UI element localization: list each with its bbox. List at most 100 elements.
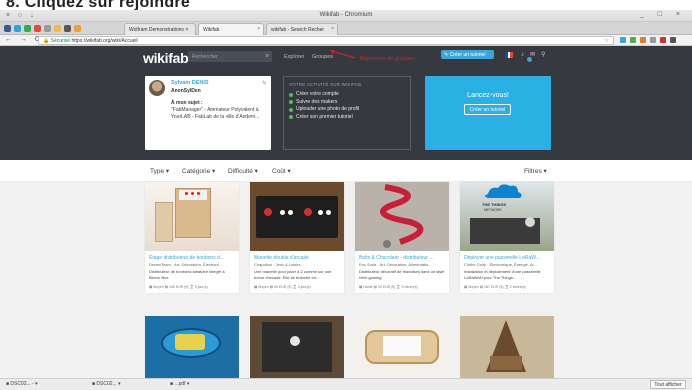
activity-item-label: Suivre des makers: [296, 98, 338, 105]
tab-wikifab[interactable]: Wikifab ×: [198, 23, 264, 35]
tutorial-author[interactable]: DreamTeam: [149, 262, 171, 267]
activity-item[interactable]: Créer son premier tutoriel: [289, 114, 405, 122]
tutorial-title[interactable]: Étage distributeur de bonbons d...: [145, 251, 239, 262]
pinned-tab-icon[interactable]: [14, 25, 21, 32]
tutorial-title[interactable]: Manette double d'arcade: [250, 251, 344, 262]
tutorial-stats: ▦ Moyen ▤ 150 EUR (€) ⌛ 3 jour(s): [149, 285, 208, 289]
header-icons[interactable]: ♪✉⚲: [521, 51, 551, 58]
profile-subject-text: "FabManager" - Animateur Polyvalent à Yo…: [171, 107, 260, 120]
filter-type[interactable]: Type ▾: [150, 167, 169, 175]
tutorial-card[interactable]: Étage distributeur de bonbons d... Dream…: [145, 182, 239, 293]
search-placeholder: Rechercher: [192, 54, 218, 60]
url-text: https://wikifab.org/wiki/Accueil: [71, 38, 138, 44]
annotation-arrow-icon: [330, 50, 356, 59]
extension-icon[interactable]: [630, 37, 636, 43]
show-all-downloads-button[interactable]: Tout afficher: [650, 380, 686, 389]
tab-search[interactable]: wikifab - Search Recher ×: [266, 23, 338, 35]
tutorial-author[interactable]: Chapollon: [254, 262, 272, 267]
profile-card: Sylvain DENIS AnonSylDen ✎ À mon sujet :…: [145, 76, 271, 150]
activity-item[interactable]: Créer votre compte: [289, 91, 405, 99]
tutorial-description: Distributeur de bonbons aléatoire intégr…: [149, 269, 225, 280]
tutorial-title[interactable]: Déployer une passerelle LoRaW...: [460, 251, 554, 262]
site-search-input[interactable]: Rechercher ⌕: [188, 51, 272, 62]
filter-cost[interactable]: Coût ▾: [272, 167, 291, 175]
wooden-structure-icon: [486, 320, 526, 372]
download-item[interactable]: ■ DSC02... - ▾: [6, 381, 38, 387]
tutorial-card[interactable]: Manette double d'arcade Chapollon · Jeux…: [250, 182, 344, 293]
create-tutorial-button[interactable]: ✎ Créer un tutoriel: [441, 50, 494, 59]
french-flag-icon[interactable]: [505, 52, 514, 58]
ttn-caption: NETWORK: [484, 208, 503, 212]
download-item[interactable]: ■ ...pdf ▾: [170, 381, 189, 387]
tutorial-author[interactable]: Eric Soria: [359, 262, 376, 267]
profile-name[interactable]: Sylvain DENIS: [171, 80, 209, 86]
security-label: Sécurisé: [50, 38, 71, 44]
tutorial-image[interactable]: [355, 182, 449, 251]
the-things-network-icon: THE THINGS NETWORK: [470, 184, 540, 244]
lock-icon: 🔒: [43, 38, 50, 44]
tutorial-author[interactable]: Clothe Guity: [464, 262, 486, 267]
activity-title: VOTRE ACTIVITÉ SUR WIKIFAB: [289, 82, 362, 87]
pinned-tab-icon[interactable]: [4, 25, 11, 32]
activity-item[interactable]: Suivre des makers: [289, 99, 405, 107]
activity-item-label: Uploader une photo de profil: [296, 106, 360, 112]
activity-item-label: Créer son premier tutoriel: [296, 113, 353, 120]
pinned-tab-icon[interactable]: [74, 25, 81, 32]
tutorial-image[interactable]: [250, 316, 344, 386]
tutorial-stats: ▦ Moyen ▤ 187 EUR (€) ⌛ 2 heure(s): [464, 285, 526, 289]
tutorial-description: Une manette pour jouer à 2 comme sur une…: [254, 269, 332, 280]
activity-item-label: Créer votre compte: [296, 91, 339, 97]
check-icon: [289, 100, 293, 105]
extension-icon[interactable]: [670, 37, 676, 43]
bookmark-star-icon[interactable]: ☆: [604, 37, 609, 44]
wikifab-header: wikifab Rechercher ⌕ Explorer Groupes Ré…: [0, 46, 692, 160]
tutorial-image[interactable]: [145, 182, 239, 251]
pinned-tab-icon[interactable]: [34, 25, 41, 32]
window-controls[interactable]: _ □ ×: [640, 11, 686, 18]
tutorial-card[interactable]: THE THINGS NETWORK Déployer une passerel…: [460, 182, 554, 293]
check-icon: [289, 92, 293, 97]
mail-icon[interactable]: ✉: [530, 52, 541, 58]
tutorial-description: Distributeur décoratif de friandises dan…: [359, 269, 445, 280]
profile-subject-label: À mon sujet :: [171, 100, 203, 106]
extension-icon[interactable]: [640, 37, 646, 43]
activity-item[interactable]: Uploader une photo de profil: [289, 106, 405, 114]
extension-icon[interactable]: [660, 37, 666, 43]
close-icon[interactable]: ×: [331, 26, 334, 32]
tutorial-stats: ▦ Facile ▤ 30 EUR (€) ⌛ 4 heure(s): [359, 285, 418, 289]
pinned-tab-icon[interactable]: [44, 25, 51, 32]
tutorial-title[interactable]: Bolts & Chocolate - distributeur ...: [355, 251, 449, 262]
profile-username: AnonSylDen: [171, 88, 201, 94]
nav-explorer[interactable]: Explorer: [284, 54, 304, 60]
search-icon[interactable]: ⌕: [266, 53, 269, 60]
user-icon[interactable]: ⚲: [541, 52, 551, 58]
wikifab-logo[interactable]: wikifab: [143, 50, 189, 66]
ttn-caption: THE THINGS: [482, 202, 507, 207]
extension-icon[interactable]: [650, 37, 656, 43]
tutorial-image[interactable]: [355, 316, 449, 386]
tutorial-image[interactable]: [250, 182, 344, 251]
launch-panel: Lancez-vous! Créer un tutoriel: [425, 76, 551, 150]
download-item[interactable]: ■ DSC02... ▾: [92, 381, 121, 387]
filter-bar: Type ▾ Catégorie ▾ Difficulté ▾ Coût ▾ F…: [0, 160, 692, 182]
pinned-tab-icon[interactable]: [64, 25, 71, 32]
filter-difficulty[interactable]: Difficulté ▾: [228, 167, 258, 175]
avatar[interactable]: [149, 80, 165, 96]
filter-category[interactable]: Catégorie ▾: [182, 167, 215, 175]
filter-more[interactable]: Filtres ▾: [524, 167, 547, 175]
close-icon[interactable]: ×: [257, 26, 260, 32]
pinned-tabs: [4, 25, 81, 32]
tutorial-image[interactable]: THE THINGS NETWORK: [460, 182, 554, 251]
tutorial-image[interactable]: [460, 316, 554, 386]
tab-wolfram[interactable]: Wolfram Demonstrations ×: [124, 23, 196, 35]
launch-create-tutorial-button[interactable]: Créer un tutoriel: [464, 104, 511, 115]
tutorial-card[interactable]: Bolts & Chocolate - distributeur ... Eri…: [355, 182, 449, 293]
notification-badge: [527, 57, 532, 62]
window-title: Wikifab - Chromium: [319, 12, 373, 18]
pinned-tab-icon[interactable]: [24, 25, 31, 32]
pinned-tab-icon[interactable]: [54, 25, 61, 32]
address-bar[interactable]: 🔒 Sécurisé https://wikifab.org/wiki/Accu…: [38, 36, 614, 45]
edit-icon[interactable]: ✎: [262, 80, 267, 87]
extension-icon[interactable]: [620, 37, 626, 43]
tutorial-image[interactable]: [145, 316, 239, 386]
